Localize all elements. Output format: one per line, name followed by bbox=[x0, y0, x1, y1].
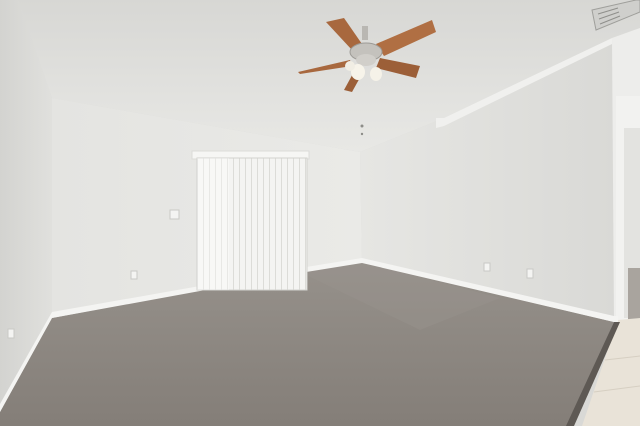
outlet-right-2 bbox=[526, 268, 534, 279]
fan-light bbox=[345, 61, 355, 71]
fan-light bbox=[370, 67, 382, 81]
outlet-right-1 bbox=[483, 262, 491, 272]
outlet-left bbox=[7, 328, 15, 339]
room-photo bbox=[0, 0, 640, 426]
light-switch bbox=[169, 209, 180, 220]
baseboard-door bbox=[614, 316, 618, 322]
hall-floor bbox=[628, 268, 640, 320]
outlet-back bbox=[130, 270, 138, 280]
